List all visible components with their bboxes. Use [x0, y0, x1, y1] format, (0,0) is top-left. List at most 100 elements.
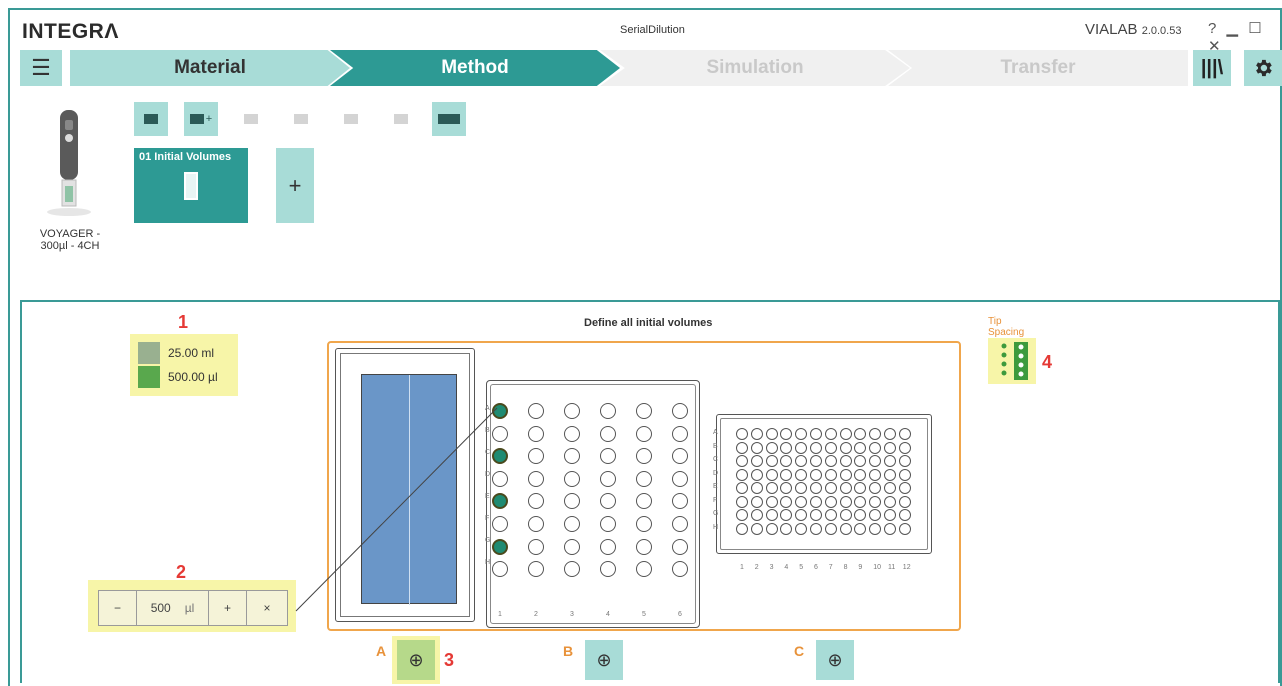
plate-C-well-B7[interactable]	[824, 441, 837, 454]
plate-B-well-D4[interactable]	[600, 470, 616, 487]
plate-C-well-H2[interactable]	[750, 522, 763, 535]
plate-B-well-D5[interactable]	[636, 470, 652, 487]
plate-C-well-F10[interactable]	[869, 495, 882, 508]
plate-B-well-G4[interactable]	[600, 538, 616, 555]
plate-B-well-E5[interactable]	[636, 493, 652, 510]
plate-B-well-E4[interactable]	[600, 493, 616, 510]
help-button[interactable]: ?	[1208, 20, 1219, 37]
plate-C-well-A4[interactable]	[780, 428, 793, 440]
plate-C-well-G2[interactable]	[750, 509, 763, 521]
plate-B-well-A1[interactable]	[492, 403, 508, 419]
plate-B-well-F2[interactable]	[528, 516, 544, 532]
plate-B-well-B5[interactable]	[636, 425, 652, 442]
plate-C-well-D1[interactable]	[736, 468, 748, 481]
plate-B-well-E2[interactable]	[528, 493, 544, 510]
plate-C-well-C5[interactable]	[795, 455, 808, 467]
zoom-C-button[interactable]: ⊕	[816, 640, 854, 680]
plate-C-well-E2[interactable]	[750, 482, 763, 494]
tool-insert-step-button[interactable]: +	[184, 102, 218, 136]
plate-C-well-H4[interactable]	[780, 522, 793, 535]
plate-B-well-A4[interactable]	[600, 403, 616, 419]
plate-C-well-H3[interactable]	[765, 522, 778, 535]
plate-C-well-G1[interactable]	[736, 509, 748, 521]
plate-C-well-B6[interactable]	[810, 441, 822, 454]
plate-B-well-C1[interactable]	[492, 448, 508, 465]
plate-B-well-D2[interactable]	[528, 470, 544, 487]
volume-clear-button[interactable]: ×	[247, 591, 287, 625]
tool-undo-button[interactable]	[284, 102, 318, 136]
plate-C-well-B8[interactable]	[839, 441, 852, 454]
plate-C-well-A10[interactable]	[869, 428, 882, 440]
plate-B-well-E1[interactable]	[492, 493, 508, 510]
plate-B-well-A6[interactable]	[672, 403, 688, 419]
plate-B-well-C6[interactable]	[672, 448, 688, 465]
plate-C-well-H11[interactable]	[884, 522, 896, 535]
plate-B-well-E6[interactable]	[672, 493, 688, 510]
plate-C-well-C6[interactable]	[810, 455, 822, 467]
plate-C-well-H7[interactable]	[824, 522, 837, 535]
plate-C-well-C12[interactable]	[898, 455, 911, 467]
plate-C-well-G9[interactable]	[854, 509, 867, 521]
plate-C-well-A2[interactable]	[750, 428, 763, 440]
plate-C-well-D2[interactable]	[750, 468, 763, 481]
plate-B-well-H4[interactable]	[600, 561, 616, 578]
plate-C-well-E5[interactable]	[795, 482, 808, 494]
plate-C-well-E12[interactable]	[898, 482, 911, 494]
tool-battery-button[interactable]	[432, 102, 466, 136]
plate-B-well-F3[interactable]	[564, 516, 580, 532]
plate-C-well-F8[interactable]	[839, 495, 852, 508]
plate-C-well-G10[interactable]	[869, 509, 882, 521]
plate-C-well-A5[interactable]	[795, 428, 808, 440]
plate-C-well-D5[interactable]	[795, 468, 808, 481]
plate-C-well-F1[interactable]	[736, 495, 748, 508]
plate-B-well-B1[interactable]	[492, 425, 508, 442]
settings-button[interactable]	[1244, 50, 1282, 86]
plate-C-well-H6[interactable]	[810, 522, 822, 535]
plate-C-well-E11[interactable]	[884, 482, 896, 494]
plate-B-well-F5[interactable]	[636, 516, 652, 532]
plate-C-well-A8[interactable]	[839, 428, 852, 440]
pipette-image[interactable]	[44, 108, 100, 218]
plate-C-well-A12[interactable]	[898, 428, 911, 440]
plate-C-well-C7[interactable]	[824, 455, 837, 467]
plate-B-well-D1[interactable]	[492, 470, 508, 487]
plate-B-well-F4[interactable]	[600, 516, 616, 532]
plate-C-well-E3[interactable]	[765, 482, 778, 494]
plate-C-well-G3[interactable]	[765, 509, 778, 521]
plate-C-well-H10[interactable]	[869, 522, 882, 535]
plate-C-well-C9[interactable]	[854, 455, 867, 467]
plate-C-well-G6[interactable]	[810, 509, 822, 521]
plate-C-well-G11[interactable]	[884, 509, 896, 521]
plate-B-well-G2[interactable]	[528, 538, 544, 555]
plate-C-well-E10[interactable]	[869, 482, 882, 494]
plate-C-well-F5[interactable]	[795, 495, 808, 508]
tool-redo-button[interactable]	[334, 102, 368, 136]
plate-C-well-C2[interactable]	[750, 455, 763, 467]
plate-C-well-H9[interactable]	[854, 522, 867, 535]
plate-C-well-C4[interactable]	[780, 455, 793, 467]
plate-B-well-D3[interactable]	[564, 470, 580, 487]
reservoir-A[interactable]	[335, 348, 475, 622]
plate-B-well-B3[interactable]	[564, 425, 580, 442]
plate-C-well-A11[interactable]	[884, 428, 896, 440]
plate-C-well-C11[interactable]	[884, 455, 896, 467]
hamburger-menu-button[interactable]: ☰	[20, 50, 62, 86]
plate-C-well-F2[interactable]	[750, 495, 763, 508]
step-material[interactable]: Material	[70, 50, 350, 86]
plate-B-well-B6[interactable]	[672, 425, 688, 442]
plate-C-well-D6[interactable]	[810, 468, 822, 481]
plate-C-well-E7[interactable]	[824, 482, 837, 494]
plate-C-well-C8[interactable]	[839, 455, 852, 467]
step-simulation[interactable]: Simulation	[600, 50, 910, 86]
volume-increase-button[interactable]: +	[209, 591, 247, 625]
plate-B-well-G5[interactable]	[636, 538, 652, 555]
plate-B-well-C5[interactable]	[636, 448, 652, 465]
plate-C-well-A6[interactable]	[810, 428, 822, 440]
plate-C-well-B3[interactable]	[765, 441, 778, 454]
plate-C-well-H5[interactable]	[795, 522, 808, 535]
plate-C-well-G8[interactable]	[839, 509, 852, 521]
tool-copy-button[interactable]	[234, 102, 268, 136]
plate-C-well-G7[interactable]	[824, 509, 837, 521]
plate-C-well-E8[interactable]	[839, 482, 852, 494]
plate-C-well-E9[interactable]	[854, 482, 867, 494]
